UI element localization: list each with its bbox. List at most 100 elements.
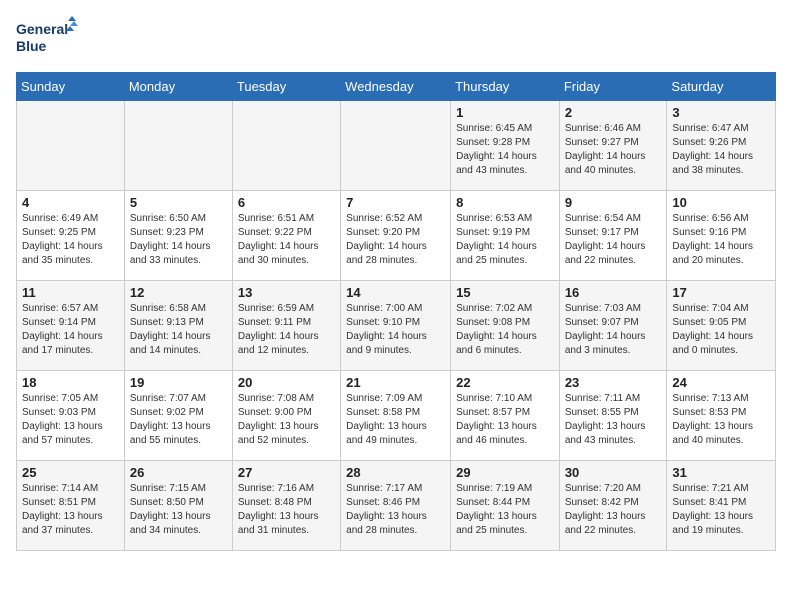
day-info: Sunrise: 7:14 AM Sunset: 8:51 PM Dayligh… <box>22 482 119 538</box>
calendar-cell <box>232 101 340 191</box>
calendar-cell: 25 Sunrise: 7:14 AM Sunset: 8:51 PM Dayli… <box>17 461 125 551</box>
day-number: 12 <box>130 285 227 300</box>
calendar-week-row: 25 Sunrise: 7:14 AM Sunset: 8:51 PM Dayli… <box>17 461 776 551</box>
day-info: Sunrise: 7:19 AM Sunset: 8:44 PM Dayligh… <box>456 482 554 538</box>
calendar-cell: 29Sunrise: 7:19 AM Sunset: 8:44 PM Dayli… <box>451 461 560 551</box>
calendar-table: SundayMondayTuesdayWednesdayThursdayFrid… <box>16 72 776 551</box>
day-info: Sunrise: 6:52 AM Sunset: 9:20 PM Dayligh… <box>346 212 445 268</box>
logo: General Blue <box>16 16 86 60</box>
day-number: 11 <box>22 285 119 300</box>
day-info: Sunrise: 7:10 AM Sunset: 8:57 PM Dayligh… <box>456 392 554 448</box>
day-number: 2 <box>565 105 662 120</box>
day-info: Sunrise: 7:15 AM Sunset: 8:50 PM Dayligh… <box>130 482 227 538</box>
day-info: Sunrise: 7:04 AM Sunset: 9:05 PM Dayligh… <box>672 302 770 358</box>
day-info: Sunrise: 6:53 AM Sunset: 9:19 PM Dayligh… <box>456 212 554 268</box>
day-info: Sunrise: 6:51 AM Sunset: 9:22 PM Dayligh… <box>238 212 335 268</box>
day-info: Sunrise: 7:17 AM Sunset: 8:46 PM Dayligh… <box>346 482 445 538</box>
calendar-cell: 17 Sunrise: 7:04 AM Sunset: 9:05 PM Dayli… <box>667 281 776 371</box>
weekday-header: Monday <box>124 73 232 101</box>
day-info: Sunrise: 7:05 AM Sunset: 9:03 PM Dayligh… <box>22 392 119 448</box>
day-info: Sunrise: 7:07 AM Sunset: 9:02 PM Dayligh… <box>130 392 227 448</box>
day-number: 18 <box>22 375 119 390</box>
calendar-cell: 8 Sunrise: 6:53 AM Sunset: 9:19 PM Daylig… <box>451 191 560 281</box>
day-number: 25 <box>22 465 119 480</box>
calendar-cell <box>341 101 451 191</box>
calendar-cell: 14Sunrise: 7:00 AM Sunset: 9:10 PM Dayli… <box>341 281 451 371</box>
day-number: 5 <box>130 195 227 210</box>
calendar-cell <box>124 101 232 191</box>
day-number: 24 <box>672 375 770 390</box>
day-number: 10 <box>672 195 770 210</box>
calendar-cell: 3 Sunrise: 6:47 AM Sunset: 9:26 PM Daylig… <box>667 101 776 191</box>
calendar-cell: 28 Sunrise: 7:17 AM Sunset: 8:46 PM Dayli… <box>341 461 451 551</box>
calendar-cell: 18 Sunrise: 7:05 AM Sunset: 9:03 PM Dayli… <box>17 371 125 461</box>
calendar-cell: 31 Sunrise: 7:21 AM Sunset: 8:41 PM Dayli… <box>667 461 776 551</box>
calendar-cell <box>17 101 125 191</box>
day-number: 9 <box>565 195 662 210</box>
calendar-week-row: 18 Sunrise: 7:05 AM Sunset: 9:03 PM Dayli… <box>17 371 776 461</box>
day-info: Sunrise: 6:50 AM Sunset: 9:23 PM Dayligh… <box>130 212 227 268</box>
calendar-week-row: 11 Sunrise: 6:57 AM Sunset: 9:14 PM Dayli… <box>17 281 776 371</box>
calendar-cell: 20Sunrise: 7:08 AM Sunset: 9:00 PM Dayli… <box>232 371 340 461</box>
calendar-cell: 23 Sunrise: 7:11 AM Sunset: 8:55 PM Dayli… <box>559 371 667 461</box>
day-number: 27 <box>238 465 335 480</box>
day-number: 7 <box>346 195 445 210</box>
day-info: Sunrise: 6:47 AM Sunset: 9:26 PM Dayligh… <box>672 122 770 178</box>
day-number: 26 <box>130 465 227 480</box>
calendar-cell: 11 Sunrise: 6:57 AM Sunset: 9:14 PM Dayli… <box>17 281 125 371</box>
calendar-cell: 24Sunrise: 7:13 AM Sunset: 8:53 PM Dayli… <box>667 371 776 461</box>
day-number: 15 <box>456 285 554 300</box>
day-info: Sunrise: 6:46 AM Sunset: 9:27 PM Dayligh… <box>565 122 662 178</box>
day-info: Sunrise: 7:16 AM Sunset: 8:48 PM Dayligh… <box>238 482 335 538</box>
weekday-header-row: SundayMondayTuesdayWednesdayThursdayFrid… <box>17 73 776 101</box>
day-number: 13 <box>238 285 335 300</box>
day-number: 16 <box>565 285 662 300</box>
day-info: Sunrise: 7:20 AM Sunset: 8:42 PM Dayligh… <box>565 482 662 538</box>
day-number: 28 <box>346 465 445 480</box>
calendar-cell: 16 Sunrise: 7:03 AM Sunset: 9:07 PM Dayli… <box>559 281 667 371</box>
weekday-header: Thursday <box>451 73 560 101</box>
calendar-cell: 10Sunrise: 6:56 AM Sunset: 9:16 PM Dayli… <box>667 191 776 281</box>
day-info: Sunrise: 7:02 AM Sunset: 9:08 PM Dayligh… <box>456 302 554 358</box>
calendar-cell: 1 Sunrise: 6:45 AM Sunset: 9:28 PM Daylig… <box>451 101 560 191</box>
day-info: Sunrise: 7:09 AM Sunset: 8:58 PM Dayligh… <box>346 392 445 448</box>
day-info: Sunrise: 6:57 AM Sunset: 9:14 PM Dayligh… <box>22 302 119 358</box>
day-number: 17 <box>672 285 770 300</box>
calendar-cell: 7 Sunrise: 6:52 AM Sunset: 9:20 PM Daylig… <box>341 191 451 281</box>
day-number: 22 <box>456 375 554 390</box>
day-number: 23 <box>565 375 662 390</box>
day-info: Sunrise: 6:54 AM Sunset: 9:17 PM Dayligh… <box>565 212 662 268</box>
day-number: 6 <box>238 195 335 210</box>
day-number: 30 <box>565 465 662 480</box>
day-info: Sunrise: 6:58 AM Sunset: 9:13 PM Dayligh… <box>130 302 227 358</box>
day-number: 21 <box>346 375 445 390</box>
day-number: 8 <box>456 195 554 210</box>
day-info: Sunrise: 7:21 AM Sunset: 8:41 PM Dayligh… <box>672 482 770 538</box>
weekday-header: Wednesday <box>341 73 451 101</box>
weekday-header: Friday <box>559 73 667 101</box>
calendar-cell: 6 Sunrise: 6:51 AM Sunset: 9:22 PM Daylig… <box>232 191 340 281</box>
logo-svg: General Blue <box>16 16 86 60</box>
calendar-cell: 15 Sunrise: 7:02 AM Sunset: 9:08 PM Dayli… <box>451 281 560 371</box>
day-number: 3 <box>672 105 770 120</box>
calendar-cell: 2 Sunrise: 6:46 AM Sunset: 9:27 PM Daylig… <box>559 101 667 191</box>
day-info: Sunrise: 7:11 AM Sunset: 8:55 PM Dayligh… <box>565 392 662 448</box>
day-number: 19 <box>130 375 227 390</box>
day-info: Sunrise: 6:45 AM Sunset: 9:28 PM Dayligh… <box>456 122 554 178</box>
weekday-header: Tuesday <box>232 73 340 101</box>
calendar-cell: 9 Sunrise: 6:54 AM Sunset: 9:17 PM Daylig… <box>559 191 667 281</box>
day-info: Sunrise: 6:59 AM Sunset: 9:11 PM Dayligh… <box>238 302 335 358</box>
day-number: 31 <box>672 465 770 480</box>
calendar-cell: 12 Sunrise: 6:58 AM Sunset: 9:13 PM Dayli… <box>124 281 232 371</box>
day-info: Sunrise: 7:03 AM Sunset: 9:07 PM Dayligh… <box>565 302 662 358</box>
calendar-cell: 13 Sunrise: 6:59 AM Sunset: 9:11 PM Dayli… <box>232 281 340 371</box>
calendar-week-row: 4Sunrise: 6:49 AM Sunset: 9:25 PM Daylig… <box>17 191 776 281</box>
svg-text:General: General <box>16 21 68 37</box>
calendar-cell: 19 Sunrise: 7:07 AM Sunset: 9:02 PM Dayli… <box>124 371 232 461</box>
page-header: General Blue <box>16 16 776 60</box>
svg-text:Blue: Blue <box>16 38 47 54</box>
calendar-cell: 5 Sunrise: 6:50 AM Sunset: 9:23 PM Daylig… <box>124 191 232 281</box>
day-number: 1 <box>456 105 554 120</box>
day-info: Sunrise: 6:49 AM Sunset: 9:25 PM Dayligh… <box>22 212 119 268</box>
calendar-cell: 26 Sunrise: 7:15 AM Sunset: 8:50 PM Dayli… <box>124 461 232 551</box>
